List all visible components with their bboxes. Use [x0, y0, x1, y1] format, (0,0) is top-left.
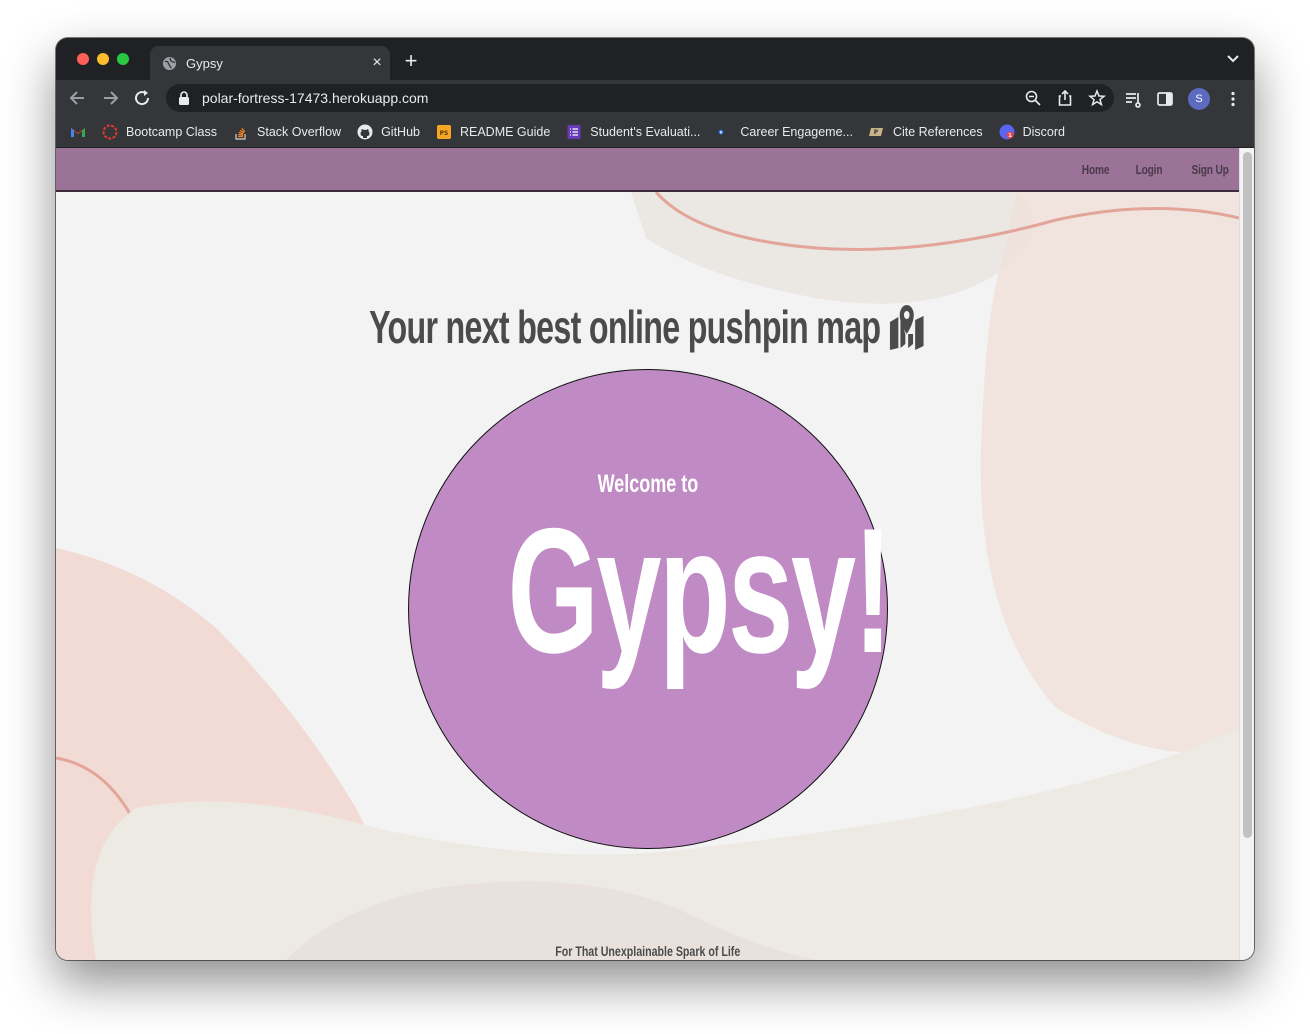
bookmark-label: Student's Evaluati... [590, 124, 701, 139]
bookmark-label: README Guide [459, 124, 551, 139]
close-window-button[interactable] [77, 53, 89, 65]
gmail-icon [71, 127, 85, 137]
back-arrow-icon[interactable] [68, 88, 88, 108]
page-viewport: Home Login Sign Up Your next best online… [56, 148, 1254, 960]
scrollbar[interactable] [1239, 148, 1254, 960]
bookmark-discord[interactable]: 1 Discord [999, 124, 1065, 140]
maximize-window-button[interactable] [117, 53, 129, 65]
headline-text: Your next best online pushpin map [369, 301, 881, 353]
welcome-circle: Welcome to Gypsy! [408, 369, 893, 849]
close-tab-icon[interactable]: × [364, 54, 390, 72]
side-panel-icon[interactable] [1156, 90, 1174, 108]
scroll-thumb[interactable] [1243, 152, 1252, 838]
tab-gypsy[interactable]: Gypsy × [150, 46, 390, 80]
bookmark-bootcamp-class[interactable]: Bootcamp Class [102, 124, 217, 140]
profile-avatar[interactable]: S [1188, 88, 1210, 110]
svg-text:PS: PS [440, 130, 449, 137]
kebab-menu-icon[interactable] [1224, 90, 1242, 108]
share-icon[interactable] [1056, 89, 1074, 107]
map-location-icon [890, 305, 925, 350]
tagline: For That Unexplainable Spark of Life [554, 943, 741, 959]
career-icon: e [718, 129, 724, 134]
globe-icon [162, 56, 177, 70]
bookmark-label: Bootcamp Class [126, 124, 218, 139]
chevron-down-icon[interactable] [1226, 54, 1240, 64]
bookmark-cite-references[interactable]: P Cite References [868, 124, 983, 140]
browser-window: Gypsy × + polar-fortress-17473.herokuapp… [56, 38, 1254, 960]
bookmark-star-icon[interactable] [1088, 89, 1106, 107]
site-navbar: Home Login Sign Up [56, 148, 1239, 192]
github-icon [357, 124, 373, 139]
bookmark-students-evaluation[interactable]: Student's Evaluati... [566, 124, 700, 140]
address-bar[interactable]: polar-fortress-17473.herokuapp.com [166, 84, 1114, 112]
bookmark-github[interactable]: GitHub [357, 124, 420, 140]
page-headline: Your next best online pushpin map [56, 300, 1239, 354]
bookmark-gmail[interactable] [70, 124, 86, 140]
browser-toolbar: polar-fortress-17473.herokuapp.com S [56, 80, 1254, 116]
forms-icon [567, 124, 581, 139]
zoom-icon[interactable] [1024, 89, 1042, 107]
bookmark-stack-overflow[interactable]: Stack Overflow [233, 124, 341, 140]
tab-strip: Gypsy × + [56, 38, 1254, 80]
svg-text:e: e [720, 129, 723, 134]
reading-list-icon[interactable] [1124, 90, 1142, 108]
tab-title: Gypsy [186, 55, 223, 71]
readme-icon: PS [436, 124, 451, 139]
bookmarks-bar: Bootcamp Class Stack Overflow GitHub PS … [56, 116, 1254, 148]
stackoverflow-icon [235, 127, 246, 140]
bookmark-label: Cite References [892, 124, 983, 139]
brand-title: Gypsy! [507, 491, 893, 690]
bookmark-label: Stack Overflow [257, 124, 342, 139]
nav-home-link[interactable]: Home [1081, 162, 1109, 177]
discord-icon: 1 [999, 124, 1015, 139]
bookmark-readme-guide[interactable]: PS README Guide [436, 124, 550, 140]
url-text: polar-fortress-17473.herokuapp.com [202, 90, 429, 106]
cite-icon: P [868, 127, 883, 136]
forward-arrow-icon[interactable] [100, 88, 120, 108]
svg-text:1: 1 [1008, 133, 1012, 139]
new-tab-button[interactable]: + [400, 50, 422, 72]
bookmark-label: Discord [1022, 124, 1065, 139]
bootcamp-icon [102, 124, 118, 139]
bookmark-label: GitHub [381, 124, 420, 139]
reload-icon[interactable] [132, 88, 152, 108]
lock-icon [179, 91, 189, 105]
nav-login-link[interactable]: Login [1135, 162, 1162, 177]
svg-text:P: P [874, 129, 879, 136]
bookmark-career-engagement[interactable]: e Career Engageme... [716, 124, 853, 140]
bookmark-label: Career Engageme... [740, 124, 853, 139]
minimize-window-button[interactable] [97, 53, 109, 65]
nav-signup-link[interactable]: Sign Up [1192, 162, 1229, 177]
